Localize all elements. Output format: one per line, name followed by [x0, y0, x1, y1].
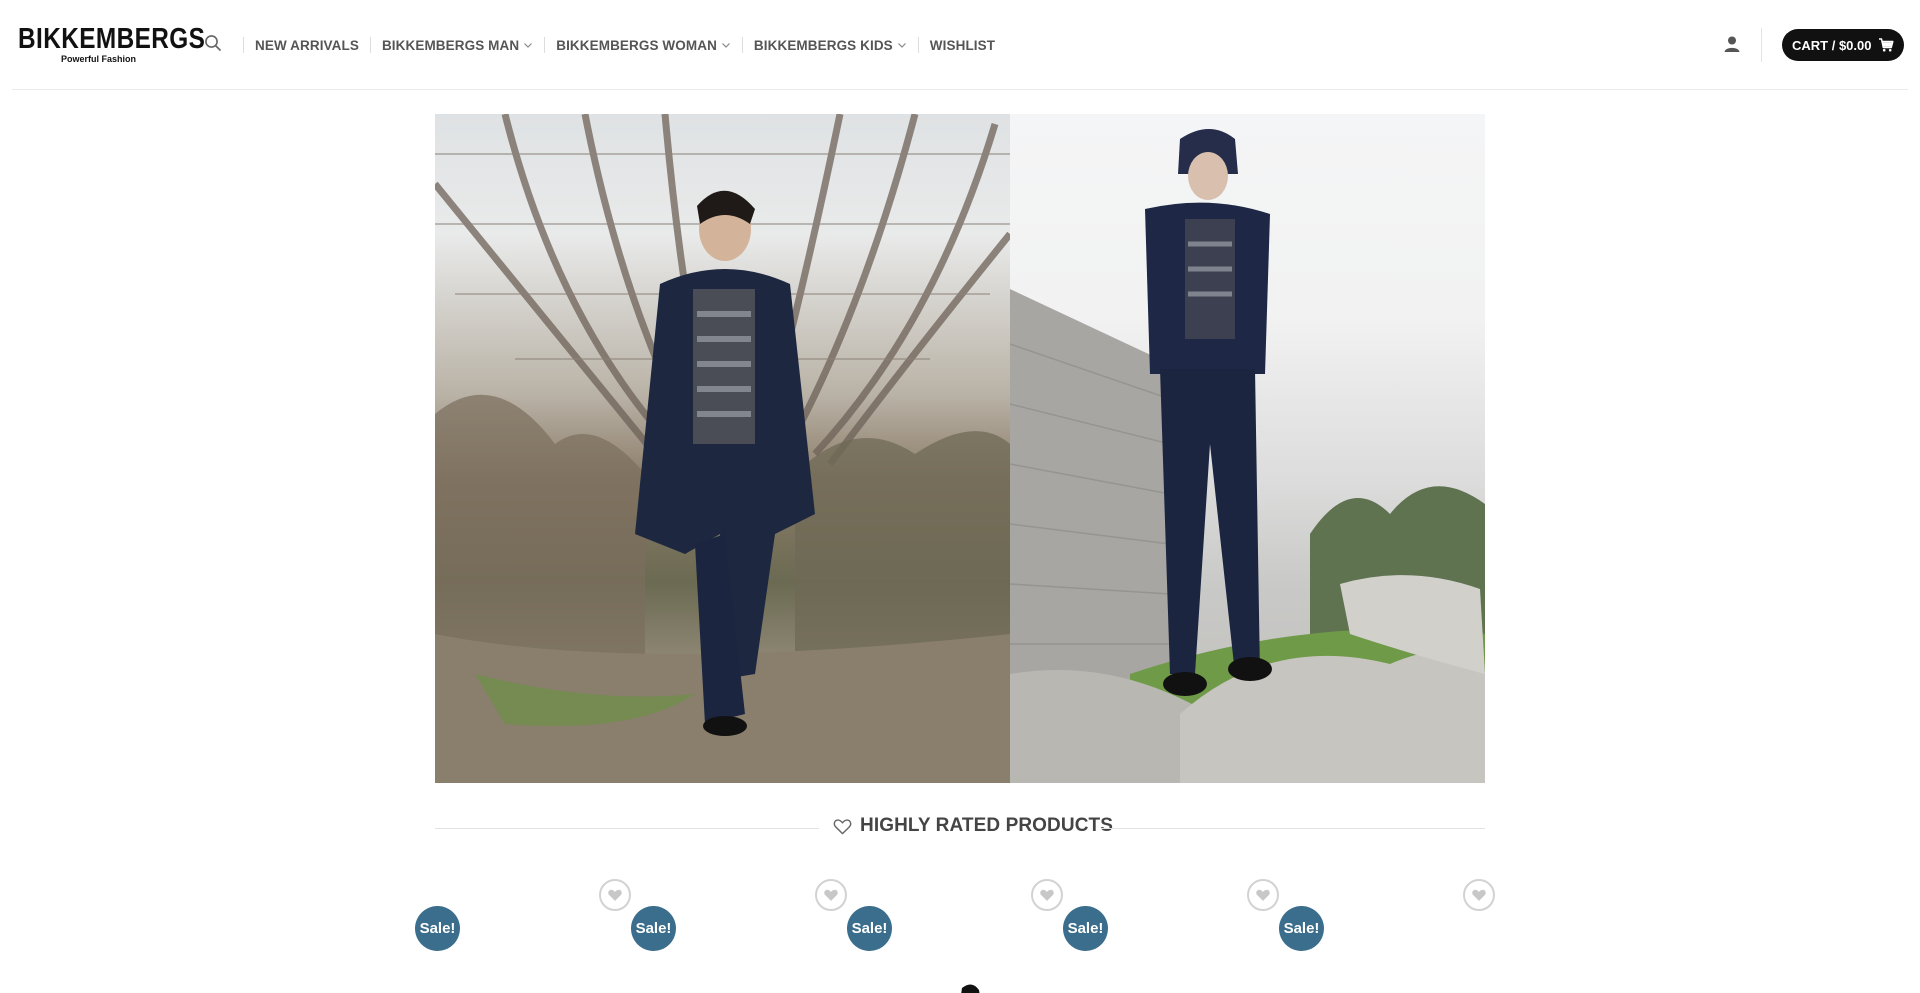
sale-badge: Sale!	[631, 906, 676, 951]
nav-item-bikkembergs-kids[interactable]: BIKKEMBERGS KIDS	[754, 38, 907, 53]
nav-item-bikkembergs-woman[interactable]: BIKKEMBERGS WOMAN	[556, 38, 731, 53]
nav-item-bikkembergs-man[interactable]: BIKKEMBERGS MAN	[382, 38, 533, 53]
chevron-down-icon	[721, 43, 730, 48]
header-divider	[1761, 28, 1762, 62]
section-divider-left	[435, 828, 819, 829]
product-card[interactable]: Sale!	[631, 876, 847, 993]
nav-item-label: NEW ARRIVALS	[255, 37, 359, 53]
cart-icon	[1879, 38, 1895, 52]
wishlist-heart-icon[interactable]	[1247, 879, 1279, 911]
chevron-down-icon	[524, 43, 533, 48]
sale-badge: Sale!	[847, 906, 892, 951]
product-image	[961, 984, 980, 993]
wishlist-heart-icon[interactable]	[815, 879, 847, 911]
wishlist-heart-icon[interactable]	[1031, 879, 1063, 911]
nav-item-label: WISHLIST	[929, 37, 996, 53]
sale-badge: Sale!	[415, 906, 460, 951]
nav-divider	[243, 37, 244, 53]
product-grid: Sale! Sale! Sale! Sale! Sale!	[415, 876, 1505, 993]
site-header: BIKKEMBERGS Powerful Fashion NEW ARRIVAL…	[0, 0, 1920, 90]
hero-banner[interactable]	[435, 114, 1485, 783]
heart-icon	[833, 818, 852, 834]
nav-divider	[917, 37, 919, 53]
user-icon[interactable]	[1722, 34, 1742, 54]
nav-item-label: BIKKEMBERGS MAN	[381, 37, 520, 53]
brand-name: BIKKEMBERGS	[18, 23, 206, 55]
brand-tagline: Powerful Fashion	[61, 54, 137, 64]
search-icon[interactable]	[204, 34, 224, 54]
sale-badge: Sale!	[1279, 906, 1324, 951]
product-card[interactable]: Sale!	[847, 876, 1063, 993]
header-border	[12, 89, 1908, 90]
nav-divider	[544, 37, 546, 53]
nav-divider	[741, 37, 743, 53]
cart-button[interactable]: CART / $0.00	[1782, 29, 1904, 61]
hero-photo-right	[1010, 114, 1485, 783]
nav-item-new-arrivals[interactable]: NEW ARRIVALS	[255, 38, 359, 53]
nav-item-label: BIKKEMBERGS KIDS	[753, 37, 893, 53]
section-divider-right	[1101, 828, 1485, 829]
product-image	[1103, 968, 1253, 993]
hero-photo-left	[435, 114, 1010, 783]
brand-logo[interactable]: BIKKEMBERGS Powerful Fashion	[18, 23, 206, 68]
product-card[interactable]: Sale!	[1063, 876, 1279, 993]
product-card[interactable]: Sale!	[1279, 876, 1495, 993]
wishlist-heart-icon[interactable]	[1463, 879, 1495, 911]
nav-divider	[369, 37, 371, 53]
highly-rated-section-header: HIGHLY RATED PRODUCTS	[435, 810, 1485, 846]
main-nav: NEW ARRIVALS BIKKEMBERGS MAN BIKKEMBERGS…	[232, 30, 995, 60]
section-title-text: HIGHLY RATED PRODUCTS	[860, 815, 1113, 836]
section-title: HIGHLY RATED PRODUCTS	[833, 815, 1113, 837]
nav-item-label: BIKKEMBERGS WOMAN	[556, 37, 717, 53]
product-card[interactable]: Sale!	[415, 876, 631, 993]
wishlist-heart-icon[interactable]	[599, 879, 631, 911]
cart-label: CART / $0.00	[1792, 37, 1872, 53]
nav-item-wishlist[interactable]: WISHLIST	[930, 38, 995, 53]
sale-badge: Sale!	[1063, 906, 1108, 951]
chevron-down-icon	[897, 43, 906, 48]
